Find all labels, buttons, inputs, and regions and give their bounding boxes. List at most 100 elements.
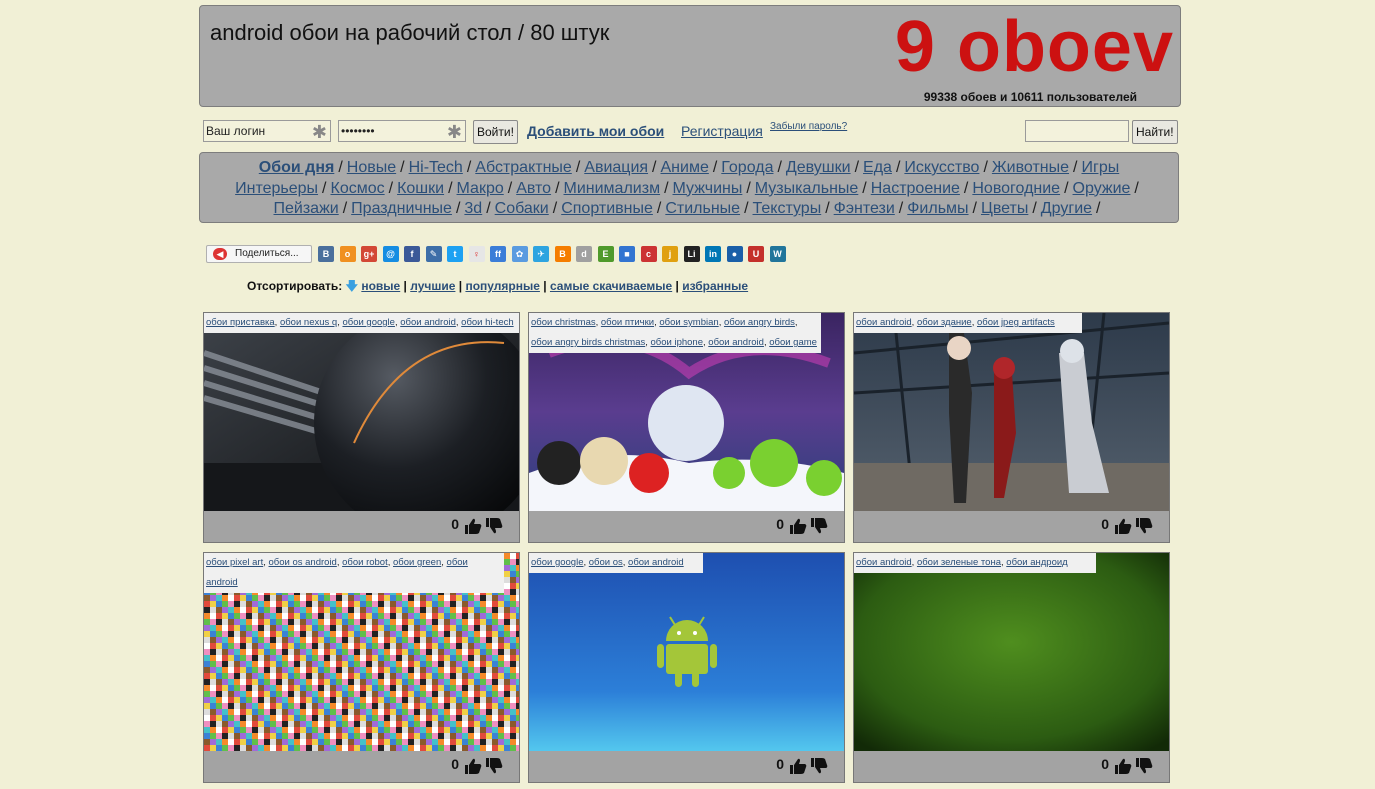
liveinternet-icon[interactable]: ♀ xyxy=(468,246,485,262)
category-link[interactable]: Мужчины xyxy=(673,180,743,197)
category-link[interactable]: Текстуры xyxy=(753,200,822,217)
add-wallpapers-link[interactable]: Добавить мои обои xyxy=(527,123,664,139)
category-link[interactable]: Обои дня xyxy=(259,159,335,176)
surfingbird-icon[interactable]: U xyxy=(748,246,764,262)
thumbs-up-icon[interactable] xyxy=(464,757,482,775)
category-link[interactable]: Еда xyxy=(863,159,892,176)
category-link[interactable]: Музыкальные xyxy=(755,180,859,197)
tag-link[interactable]: обои зеленые тона xyxy=(917,557,1001,568)
category-link[interactable]: Авто xyxy=(516,180,551,197)
sort-option-link[interactable]: популярные xyxy=(465,279,539,293)
tag-link[interactable]: обои symbian xyxy=(659,317,718,328)
category-link[interactable]: Интерьеры xyxy=(235,180,318,197)
tag-link[interactable]: обои iphone xyxy=(651,337,703,348)
category-link[interactable]: Фильмы xyxy=(907,200,968,217)
bookmarks-icon[interactable]: ✈ xyxy=(533,246,549,262)
sort-option-link[interactable]: избранные xyxy=(682,279,748,293)
category-link[interactable]: Абстрактные xyxy=(475,159,572,176)
share-button[interactable]: ◀ Поделиться... xyxy=(206,245,312,263)
thumbs-up-icon[interactable] xyxy=(789,757,807,775)
tag-link[interactable]: обои pixel art xyxy=(206,557,263,568)
delicious-icon[interactable]: ■ xyxy=(619,246,635,262)
tag-link[interactable]: обои angry birds christmas xyxy=(531,337,645,348)
search-input[interactable] xyxy=(1025,120,1129,142)
tag-link[interactable]: обои nexus q xyxy=(280,317,337,328)
tag-link[interactable]: обои green xyxy=(393,557,441,568)
tag-link[interactable]: обои google xyxy=(342,317,394,328)
register-link[interactable]: Регистрация xyxy=(681,123,763,139)
tag-link[interactable]: обои google xyxy=(531,557,583,568)
site-logo[interactable]: 9 oboev xyxy=(895,2,1174,92)
thumbs-down-icon[interactable] xyxy=(485,517,503,535)
login-button[interactable]: Войти! xyxy=(473,120,518,144)
category-link[interactable]: Праздничные xyxy=(351,200,452,217)
tag-link[interactable]: обои jpeg artifacts xyxy=(977,317,1055,328)
sort-option-link[interactable]: самые скачиваемые xyxy=(550,279,672,293)
username-input[interactable]: Ваш логин ✱ xyxy=(203,120,331,142)
tag-link[interactable]: обои android xyxy=(400,317,456,328)
sort-option-link[interactable]: лучшие xyxy=(410,279,455,293)
search-button[interactable]: Найти! xyxy=(1132,120,1178,144)
category-link[interactable]: Пейзажи xyxy=(274,200,339,217)
thumbs-down-icon[interactable] xyxy=(1135,757,1153,775)
tag-link[interactable]: обои game xyxy=(769,337,817,348)
tag-link[interactable]: обои christmas xyxy=(531,317,596,328)
linkedin-icon[interactable]: in xyxy=(705,246,721,262)
category-link[interactable]: Города xyxy=(721,159,773,176)
password-input[interactable]: •••••••• ✱ xyxy=(338,120,466,142)
thumbs-up-icon[interactable] xyxy=(464,517,482,535)
vkontakte-icon[interactable]: В xyxy=(318,246,334,262)
myspace-icon[interactable]: ✿ xyxy=(511,246,528,262)
wallpaper-thumbnail[interactable] xyxy=(854,313,1169,511)
category-link[interactable]: Другие xyxy=(1041,200,1092,217)
category-link[interactable]: 3d xyxy=(464,200,482,217)
tag-link[interactable]: обои птички xyxy=(601,317,654,328)
thumbs-down-icon[interactable] xyxy=(485,757,503,775)
juick-icon[interactable]: j xyxy=(662,246,678,262)
thumbs-up-icon[interactable] xyxy=(1114,757,1132,775)
category-link[interactable]: Аниме xyxy=(661,159,709,176)
tag-link[interactable]: обои здание xyxy=(917,317,972,328)
category-link[interactable]: Игры xyxy=(1081,159,1119,176)
category-link[interactable]: Животные xyxy=(992,159,1069,176)
category-link[interactable]: Цветы xyxy=(981,200,1028,217)
digg-icon[interactable]: d xyxy=(576,246,592,262)
wallpaper-thumbnail[interactable] xyxy=(204,313,519,511)
tag-link[interactable]: обои android xyxy=(856,317,912,328)
category-link[interactable]: Фэнтези xyxy=(834,200,895,217)
category-link[interactable]: Кошки xyxy=(397,180,444,197)
evernote-icon[interactable]: E xyxy=(597,246,614,262)
thumbs-up-icon[interactable] xyxy=(1114,517,1132,535)
tag-link[interactable]: обои robot xyxy=(342,557,388,568)
twitter-icon[interactable]: t xyxy=(447,246,463,262)
wallpaper-thumbnail[interactable] xyxy=(854,553,1169,751)
livejournal-icon[interactable]: ✎ xyxy=(425,246,442,262)
tag-link[interactable]: обои os android xyxy=(269,557,337,568)
friendfeed-icon[interactable]: ff xyxy=(490,246,506,262)
category-link[interactable]: Космос xyxy=(331,180,385,197)
forgot-password-link[interactable]: Забыли пароль? xyxy=(770,121,847,132)
tag-link[interactable]: обои андроид xyxy=(1006,557,1067,568)
sort-option-link[interactable]: новые xyxy=(361,279,400,293)
category-link[interactable]: Стильные xyxy=(665,200,740,217)
blogger-icon[interactable]: B xyxy=(554,246,571,262)
category-link[interactable]: Спортивные xyxy=(561,200,653,217)
category-link[interactable]: Минимализм xyxy=(564,180,661,197)
mail-ru-icon[interactable]: @ xyxy=(382,246,399,262)
tag-link[interactable]: обои android xyxy=(628,557,684,568)
thumbs-down-icon[interactable] xyxy=(810,757,828,775)
category-link[interactable]: Hi-Tech xyxy=(409,159,463,176)
tag-link[interactable]: обои os xyxy=(589,557,623,568)
tag-link[interactable]: обои hi-tech xyxy=(461,317,513,328)
tag-link[interactable]: обои приставка xyxy=(206,317,275,328)
category-link[interactable]: Авиация xyxy=(584,159,648,176)
tag-link[interactable]: обои android xyxy=(856,557,912,568)
moimir-icon[interactable]: ● xyxy=(726,246,743,262)
wordpress-icon[interactable]: W xyxy=(769,246,786,262)
category-link[interactable]: Макро xyxy=(457,180,504,197)
thumbs-up-icon[interactable] xyxy=(789,517,807,535)
wallpaper-thumbnail[interactable] xyxy=(529,553,844,751)
category-link[interactable]: Новые xyxy=(347,159,396,176)
category-link[interactable]: Девушки xyxy=(786,159,851,176)
thumbs-down-icon[interactable] xyxy=(810,517,828,535)
